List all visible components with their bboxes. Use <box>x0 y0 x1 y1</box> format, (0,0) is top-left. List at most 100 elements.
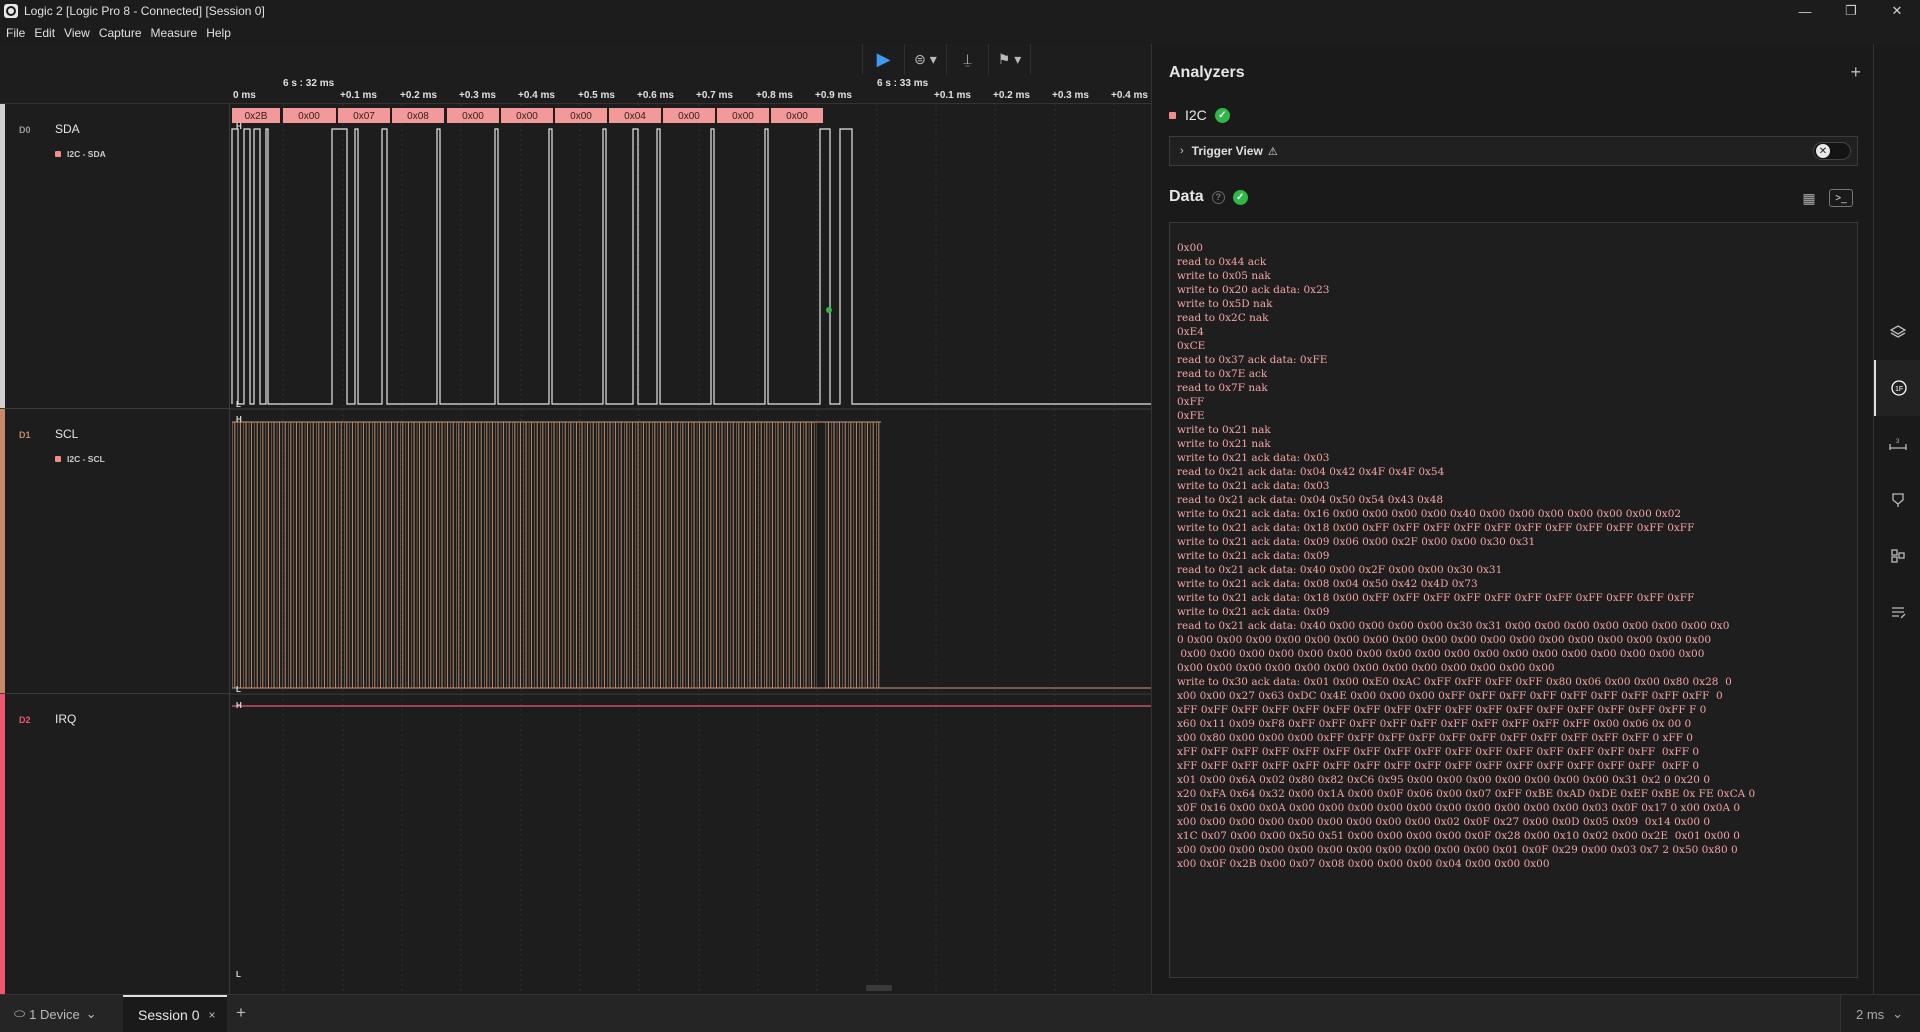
menu-edit[interactable]: Edit <box>34 26 55 40</box>
decoded-byte: 0x00 <box>786 111 808 122</box>
terminal-output[interactable]: 0x00 read to 0x44 ack write to 0x05 nak wri… <box>1169 222 1858 978</box>
channel-d1[interactable]: D1 SCL I2C - SCL <box>0 409 230 694</box>
layers-icon[interactable] <box>1874 304 1920 360</box>
level-low-label: L <box>236 400 241 409</box>
terminal-line: x20 0xFA 0x64 0x32 0x00 0x1A 0x00 0x0F 0… <box>1177 788 1756 800</box>
ruler-tick-label: +0.4 ms <box>1111 90 1148 101</box>
terminal-line: write to 0x21 ack data: 0x03 <box>1177 480 1330 492</box>
decoded-bytes: 0x2B 0x00 0x07 0x08 0x00 0x00 0x00 0x04 … <box>232 108 823 123</box>
terminal-line: 0x00 0x00 0x00 0x00 0x00 0x00 0x00 0x00 … <box>1177 648 1705 660</box>
analyzer-name[interactable]: I2C <box>1185 107 1207 123</box>
close-icon: ✕ <box>1816 144 1830 158</box>
decoded-byte: 0x00 <box>516 111 538 122</box>
analyzer-item-i2c[interactable]: I2C ✓ <box>1169 107 1230 123</box>
close-window-button[interactable]: ✕ <box>1874 0 1920 22</box>
channel-name[interactable]: IRQ <box>55 712 76 726</box>
menu-help[interactable]: Help <box>206 26 231 40</box>
channel-color-bar <box>0 104 5 408</box>
trigger-settings-icon[interactable]: ⊜ ▾ <box>905 44 947 75</box>
data-title-label: Data <box>1169 188 1204 205</box>
terminal-line: write to 0x21 nak <box>1177 438 1271 450</box>
channel-id: D0 <box>19 125 31 135</box>
check-icon: ✓ <box>1214 107 1230 123</box>
ruler-tick-label: +0.1 ms <box>934 90 971 101</box>
analyzers-icon[interactable]: 1F <box>1874 360 1920 416</box>
terminal-line: x00 0x80 0x00 0x00 0x00 0xFF 0xFF 0xFF 0… <box>1177 732 1693 744</box>
trigger-view-label[interactable]: Trigger View <box>1192 144 1263 158</box>
minimize-button[interactable]: — <box>1782 0 1828 22</box>
channel-color-bar <box>0 409 5 693</box>
bottom-bar: ⬭ 1 Device ⌄ Session 0 × + 2 ms ⌄ <box>0 994 1920 1032</box>
chevron-down-icon[interactable]: ⌄ <box>86 1006 97 1022</box>
chevron-right-icon[interactable]: › <box>1180 145 1184 157</box>
ruler-tick-label: +0.8 ms <box>756 90 793 101</box>
time-ruler[interactable]: 6 s : 32 ms 6 s : 33 ms 0 ms +0.1 ms +0.… <box>0 76 1151 104</box>
device-selector[interactable]: ⬭ 1 Device ⌄ <box>14 1006 97 1022</box>
table-view-icon[interactable]: ▦ <box>1797 189 1821 207</box>
data-section-title: Data ? ✓ <box>1169 188 1248 206</box>
decoded-byte: 0x00 <box>298 111 320 122</box>
decoded-byte: 0x00 <box>678 111 700 122</box>
level-low-label: L <box>236 685 241 694</box>
chevron-down-icon[interactable]: ⌄ <box>1892 1006 1903 1022</box>
marker-icon[interactable] <box>1874 472 1920 528</box>
channel-d0[interactable]: D0 SDA I2C - SDA <box>0 104 230 409</box>
terminal-line: read to 0x7F nak <box>1177 382 1268 394</box>
terminal-line: write to 0x21 ack data: 0x03 <box>1177 452 1330 464</box>
right-sidebar: 1F 3 <box>1873 44 1920 994</box>
trigger-view-section[interactable]: › Trigger View ⚠ ✕ <box>1169 136 1858 166</box>
channel-name[interactable]: SCL <box>55 427 78 441</box>
waveform-plot[interactable]: 0x2B 0x00 0x07 0x08 0x00 0x00 0x00 0x04 … <box>230 104 1151 994</box>
menu-file[interactable]: File <box>6 26 25 40</box>
marker-icon[interactable]: ⚑ ▾ <box>989 44 1031 75</box>
tab-session-0[interactable]: Session 0 × <box>123 995 227 1032</box>
channel-analyzer-tag: I2C - SDA <box>55 149 106 159</box>
ruler-tick-label: +0.2 ms <box>993 90 1030 101</box>
add-session-icon[interactable]: + <box>236 1003 246 1023</box>
sample-marker[interactable] <box>826 307 832 313</box>
zoom-level-label[interactable]: 2 ms <box>1856 1007 1884 1022</box>
terminal-line: write to 0x5D nak <box>1177 298 1273 310</box>
analyzer-color-dot <box>55 456 61 462</box>
ruler-tick-label: +0.7 ms <box>696 90 733 101</box>
warning-icon: ⚠ <box>1267 145 1278 158</box>
restore-button[interactable]: ❐ <box>1828 0 1874 22</box>
extensions-icon[interactable] <box>1874 528 1920 584</box>
play-icon[interactable]: ▶ <box>863 44 905 75</box>
menu-view[interactable]: View <box>64 26 90 40</box>
ruler-tick-label: +0.5 ms <box>578 90 615 101</box>
decoded-byte: 0x00 <box>570 111 592 122</box>
channel-d2[interactable]: D2 IRQ <box>0 694 230 994</box>
terminal-line: x60 0x11 0x09 0xF8 0xFF 0xFF 0xFF 0xFF 0… <box>1177 718 1692 730</box>
menu-capture[interactable]: Capture <box>99 26 142 40</box>
zoom-level-selector[interactable]: 2 ms ⌄ <box>1840 995 1920 1032</box>
channel-name[interactable]: SDA <box>55 122 80 136</box>
channel-color-bar <box>0 694 5 994</box>
check-icon: ✓ <box>1232 189 1248 205</box>
device-label[interactable]: 1 Device <box>29 1007 80 1022</box>
svg-text:1F: 1F <box>1895 386 1903 393</box>
terminal-line: write to 0x21 ack data: 0x09 <box>1177 550 1330 562</box>
horizontal-scroll-handle[interactable] <box>866 985 892 991</box>
terminal-view-icon[interactable]: >_ <box>1829 189 1853 207</box>
menu-measure[interactable]: Measure <box>151 26 198 40</box>
trigger-view-toggle[interactable]: ✕ <box>1813 142 1851 160</box>
notes-icon[interactable] <box>1874 584 1920 640</box>
close-session-icon[interactable]: × <box>208 1008 215 1022</box>
terminal-line: write to 0x21 ack data: 0x08 0x04 0x50 0… <box>1177 578 1478 590</box>
timing-icon[interactable]: 3 <box>1874 416 1920 472</box>
terminal-line: 0x00 <box>1177 242 1203 254</box>
channel-id: D2 <box>19 715 31 725</box>
terminal-line: 0xFF <box>1177 396 1205 408</box>
device-icon: ⬭ <box>14 1006 26 1021</box>
ruler-tick-label: +0.1 ms <box>340 90 377 101</box>
capture-toolbar: ▶ ⊜ ▾ ⍊ ⚑ ▾ <box>862 44 1031 75</box>
help-icon[interactable]: ? <box>1211 190 1225 204</box>
measure-icon[interactable]: ⍊ <box>947 44 989 75</box>
terminal-line: read to 0x21 ack data: 0x40 0x00 0x00 0x… <box>1177 620 1730 632</box>
add-analyzer-icon[interactable]: + <box>1850 62 1861 83</box>
terminal-line: x0F 0x16 0x00 0x0A 0x00 0x00 0x00 0x00 0… <box>1177 802 1741 814</box>
scl-clock-bursts <box>232 422 817 688</box>
terminal-line: read to 0x21 ack data: 0x04 0x50 0x54 0x… <box>1177 494 1444 506</box>
session-tab-label[interactable]: Session 0 <box>138 1007 199 1023</box>
